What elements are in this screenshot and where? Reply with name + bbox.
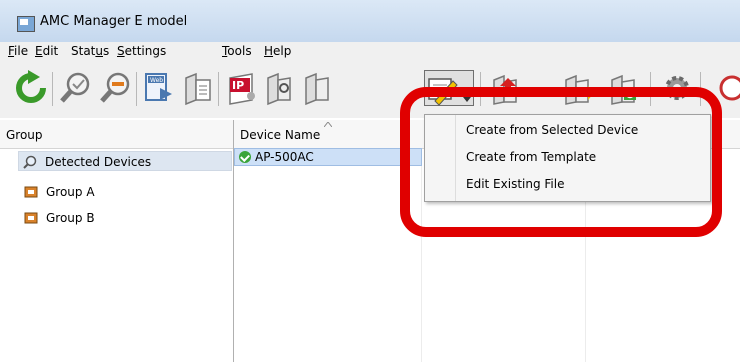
window-title: AMC Manager E model <box>40 14 188 29</box>
toolbar-separator <box>136 72 137 106</box>
ip-setting-icon[interactable]: IP <box>224 70 258 106</box>
tree-item-label: Group B <box>46 211 95 225</box>
menu-edit-mnemonic: E <box>35 44 43 58</box>
menu-settings-text: ettings <box>124 44 167 58</box>
menu-file-text: ile <box>14 44 29 58</box>
refresh-icon[interactable] <box>14 70 48 106</box>
group-icon <box>24 186 38 198</box>
menu-tools-text: ools <box>227 44 252 58</box>
menu-help-mnemonic: H <box>264 44 274 58</box>
menu-status[interactable]: Status <box>71 44 109 58</box>
toolbar-separator <box>52 72 53 106</box>
menu-edit[interactable]: Edit <box>35 44 58 58</box>
device-name-header-label: Device Name <box>240 128 321 142</box>
app-icon <box>17 16 35 32</box>
menu-file[interactable]: File <box>8 44 28 58</box>
group-icon <box>24 212 38 224</box>
highlight-annotation <box>400 87 722 237</box>
group-header-label: Group <box>6 128 43 142</box>
search-icon[interactable] <box>58 70 92 106</box>
menu-bar: File Edit Status Settings Tools Help <box>0 42 740 60</box>
magnifier-icon <box>23 155 37 169</box>
device-doc-icon[interactable] <box>180 70 214 106</box>
tree-item-detected-devices[interactable]: Detected Devices <box>18 151 232 171</box>
tree-item-label: Group A <box>46 185 95 199</box>
search-remove-icon[interactable] <box>98 70 132 106</box>
tree-item-label: Detected Devices <box>45 155 152 169</box>
ok-check-icon <box>239 151 251 163</box>
group-column-header[interactable]: Group <box>0 120 233 149</box>
ip-label: IP <box>232 79 244 92</box>
title-bar: AMC Manager E model <box>0 0 740 42</box>
menu-help[interactable]: Help <box>264 44 291 58</box>
device-settings-icon[interactable] <box>262 70 296 106</box>
menu-status-text: s <box>103 44 110 58</box>
web-label: Web <box>150 77 163 84</box>
menu-edit-text: dit <box>42 44 59 58</box>
toolbar-separator <box>218 72 219 106</box>
device-settings-2-icon[interactable] <box>300 70 334 106</box>
menu-tools[interactable]: Tools <box>222 44 252 58</box>
menu-settings[interactable]: Settings <box>117 44 166 58</box>
menu-status-mnemonic: u <box>95 44 103 58</box>
menu-status-pre: Stat <box>71 44 96 58</box>
sort-ascending-icon <box>324 122 332 127</box>
menu-help-text: elp <box>273 44 292 58</box>
menu-settings-mnemonic: S <box>117 44 125 58</box>
table-row[interactable]: AP-500AC <box>234 148 422 166</box>
device-name-cell: AP-500AC <box>255 150 314 164</box>
web-export-icon[interactable]: Web <box>142 70 176 106</box>
